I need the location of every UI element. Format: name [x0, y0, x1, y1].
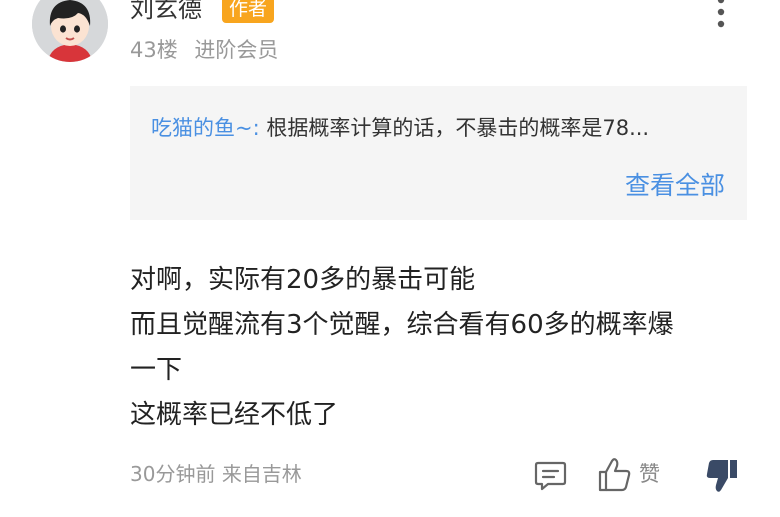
more-options-button[interactable] — [704, 0, 738, 32]
quote-line: 吃猫的鱼~: 根据概率计算的话，不暴击的概率是78... — [151, 114, 735, 142]
member-level: 进阶会员 — [194, 38, 279, 62]
quote-text: 根据概率计算的话，不暴击的概率是78... — [259, 116, 650, 140]
thumbs-up-icon — [598, 458, 631, 492]
cartoon-avatar-icon — [32, 0, 108, 62]
floor-number: 43楼 — [130, 38, 178, 62]
username[interactable]: 刘玄德 — [130, 0, 202, 23]
like-label: 赞 — [639, 462, 660, 486]
comment-icon — [534, 461, 567, 491]
thumbs-down-icon — [706, 460, 737, 492]
user-avatar[interactable] — [32, 0, 108, 62]
comment-line: 这概率已经不低了 — [130, 400, 339, 430]
comment-line: 一下 — [130, 355, 183, 385]
comment-line: 而且觉醒流有3个觉醒，综合看有60多的概率爆 — [130, 310, 674, 340]
post-location: 来自吉林 — [221, 462, 302, 486]
view-all-link[interactable]: 查看全部 — [625, 171, 725, 201]
like-button[interactable]: 赞 — [598, 457, 660, 493]
reply-button[interactable] — [534, 460, 567, 492]
comment-body: 对啊，实际有20多的暴击可能 而且觉醒流有3个觉醒，综合看有60多的概率爆 一下… — [130, 258, 750, 438]
post-time: 30分钟前 — [130, 462, 216, 486]
comment-meta: 30分钟前 来自吉林 — [130, 461, 302, 487]
quoted-reply[interactable]: 吃猫的鱼~: 根据概率计算的话，不暴击的概率是78... 查看全部 — [130, 86, 747, 220]
more-vertical-icon — [717, 0, 725, 28]
author-badge: 作者 — [222, 0, 275, 23]
comment-line: 对啊，实际有20多的暴击可能 — [130, 265, 476, 295]
dislike-button[interactable] — [706, 458, 738, 494]
quote-author[interactable]: 吃猫的鱼~: — [151, 116, 260, 140]
post-meta: 43楼 进阶会员 — [130, 37, 278, 63]
